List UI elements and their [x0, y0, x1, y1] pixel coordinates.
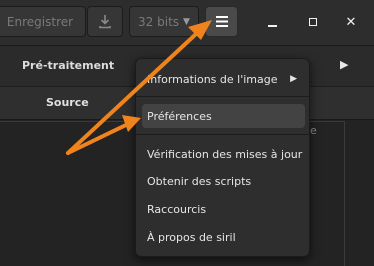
- annotation-arrow-to-menu-button: [66, 32, 198, 155]
- annotation-arrows: [66, 20, 212, 155]
- annotation-arrow-to-preferences: [66, 122, 130, 155]
